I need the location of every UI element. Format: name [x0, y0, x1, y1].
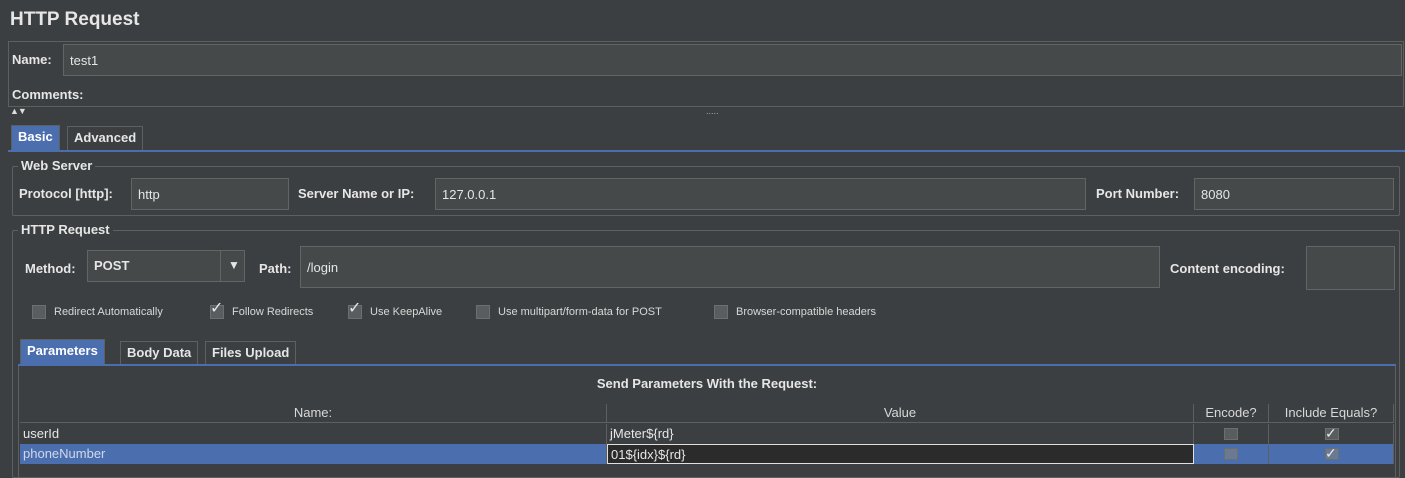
checkbox-label: Use KeepAlive	[370, 306, 443, 318]
table-row[interactable]: userId jMeter${rd} ✓	[20, 424, 1394, 444]
splitter-arrows-icon[interactable]: ▲▼	[10, 106, 27, 116]
protocol-label: Protocol [http]:	[19, 186, 113, 201]
tab-parameters[interactable]: Parameters	[20, 339, 105, 365]
content-encoding-label: Content encoding:	[1170, 261, 1285, 276]
checkbox-label: Use multipart/form-data for POST	[498, 306, 662, 318]
follow-redirects-checkbox[interactable]: ✓ Follow Redirects	[210, 301, 314, 319]
encode-checkbox[interactable]	[1224, 448, 1238, 460]
content-encoding-input[interactable]	[1306, 246, 1395, 290]
checkbox-box[interactable]: ✓	[210, 301, 224, 319]
dropdown-arrow-icon[interactable]: ▼	[228, 258, 240, 272]
checkbox-box[interactable]: ✓	[348, 301, 362, 319]
use-keepalive-checkbox[interactable]: ✓ Use KeepAlive	[348, 301, 443, 319]
param-encode-cell[interactable]	[1194, 444, 1269, 464]
method-label: Method:	[25, 261, 76, 276]
splitter-grip-icon[interactable]: .....	[706, 106, 719, 116]
name-label: Name:	[12, 52, 52, 67]
comments-area[interactable]	[100, 83, 1402, 105]
param-include-equals-cell[interactable]: ✓	[1269, 444, 1394, 464]
port-input[interactable]	[1194, 178, 1394, 210]
column-header-include-equals[interactable]: Include Equals?	[1269, 404, 1394, 423]
method-select[interactable]: POST ▼	[87, 250, 245, 282]
redirect-automatically-checkbox[interactable]: Redirect Automatically	[32, 305, 163, 319]
checkbox-box[interactable]	[714, 305, 728, 319]
column-header-name[interactable]: Name:	[20, 404, 607, 423]
comments-label: Comments:	[12, 87, 84, 102]
param-name-cell[interactable]: userId	[20, 424, 607, 444]
checkmark-icon: ✓	[1325, 445, 1337, 461]
checkmark-icon: ✓	[210, 300, 224, 317]
tab-advanced[interactable]: Advanced	[67, 126, 144, 150]
table-row-selected[interactable]: phoneNumber 01${idx}${rd} ✓	[20, 444, 1394, 464]
page-title: HTTP Request	[10, 9, 140, 30]
checkbox-box[interactable]	[32, 305, 46, 319]
checkbox-label: Browser-compatible headers	[736, 306, 877, 318]
checkbox-label: Follow Redirects	[232, 306, 314, 318]
include-equals-checkbox[interactable]: ✓	[1325, 445, 1339, 461]
param-encode-cell[interactable]	[1194, 424, 1269, 444]
browser-compatible-headers-checkbox[interactable]: Browser-compatible headers	[714, 305, 876, 319]
checkmark-icon: ✓	[1325, 425, 1337, 441]
param-include-equals-cell[interactable]: ✓	[1269, 424, 1394, 444]
http-request-title: HTTP Request	[18, 222, 113, 237]
checkbox-box[interactable]	[476, 305, 490, 319]
checkmark-icon: ✓	[348, 300, 362, 317]
path-label: Path:	[259, 261, 292, 276]
dropdown-separator	[220, 251, 221, 281]
use-multipart-checkbox[interactable]: Use multipart/form-data for POST	[476, 305, 662, 319]
method-value: POST	[94, 258, 130, 273]
parameters-caption: Send Parameters With the Request:	[596, 376, 818, 391]
path-input[interactable]	[300, 246, 1160, 288]
checkbox-label: Redirect Automatically	[54, 306, 163, 318]
web-server-title: Web Server	[18, 158, 96, 173]
column-header-encode[interactable]: Encode?	[1194, 404, 1269, 423]
server-input[interactable]	[435, 178, 1086, 210]
column-header-value[interactable]: Value	[607, 404, 1194, 423]
protocol-input[interactable]	[131, 178, 289, 210]
param-name-cell[interactable]: phoneNumber	[20, 444, 607, 464]
tab-strip-line	[8, 150, 1405, 152]
encode-checkbox[interactable]	[1224, 428, 1238, 440]
tab-basic[interactable]: Basic	[11, 125, 60, 151]
param-value-cell[interactable]: jMeter${rd}	[607, 424, 1194, 444]
name-input[interactable]	[63, 44, 1402, 76]
include-equals-checkbox[interactable]: ✓	[1325, 425, 1339, 441]
param-value-editor[interactable]: 01${idx}${rd}	[607, 444, 1194, 464]
tab-files-upload[interactable]: Files Upload	[205, 341, 297, 365]
tab-body-data[interactable]: Body Data	[120, 341, 199, 365]
server-label: Server Name or IP:	[298, 186, 415, 201]
port-label: Port Number:	[1096, 186, 1180, 201]
